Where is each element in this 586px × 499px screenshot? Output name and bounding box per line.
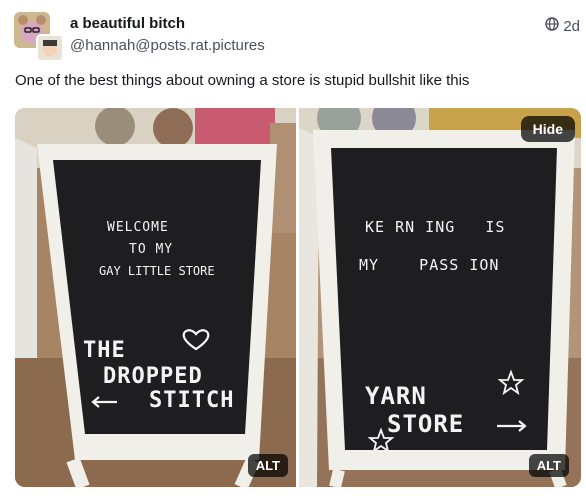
display-name[interactable]: a beautiful bitch — [70, 15, 185, 32]
board-line-kerning: KE RN ING IS — [365, 218, 506, 236]
board-line-welcome: WELCOME — [107, 220, 169, 235]
post-timestamp[interactable]: 2d — [563, 18, 580, 35]
media-gallery[interactable]: WELCOME TO MY GAY LITTLE STORE THE DROPP… — [15, 108, 581, 487]
board-big-dropped: DROPPED — [103, 364, 203, 389]
media-photo-left[interactable]: WELCOME TO MY GAY LITTLE STORE THE DROPP… — [15, 108, 296, 487]
board-big-store: STORE — [387, 410, 465, 438]
media-photo-right[interactable]: KE RN ING IS MY PASS ION YARN STORE Hide… — [299, 108, 581, 487]
board-big-yarn: YARN — [365, 382, 427, 410]
board-line-store: GAY LITTLE STORE — [99, 264, 215, 278]
board-line-to-my: TO MY — [129, 242, 174, 257]
alt-badge-right[interactable]: ALT — [528, 454, 569, 477]
board-big-the: THE — [83, 338, 126, 363]
avatar[interactable] — [14, 12, 64, 62]
alt-badge-left[interactable]: ALT — [247, 454, 288, 477]
boost-avatar — [36, 34, 64, 62]
status-content: One of the best things about owning a st… — [15, 72, 470, 89]
globe-icon — [545, 17, 560, 35]
post-meta[interactable]: 2d — [545, 17, 580, 35]
board-big-stitch: STITCH — [149, 388, 235, 413]
hide-media-button[interactable]: Hide — [520, 116, 575, 142]
board-line-passion: MY PASS ION — [359, 256, 500, 274]
account-handle[interactable]: @hannah@posts.rat.pictures — [70, 37, 265, 54]
